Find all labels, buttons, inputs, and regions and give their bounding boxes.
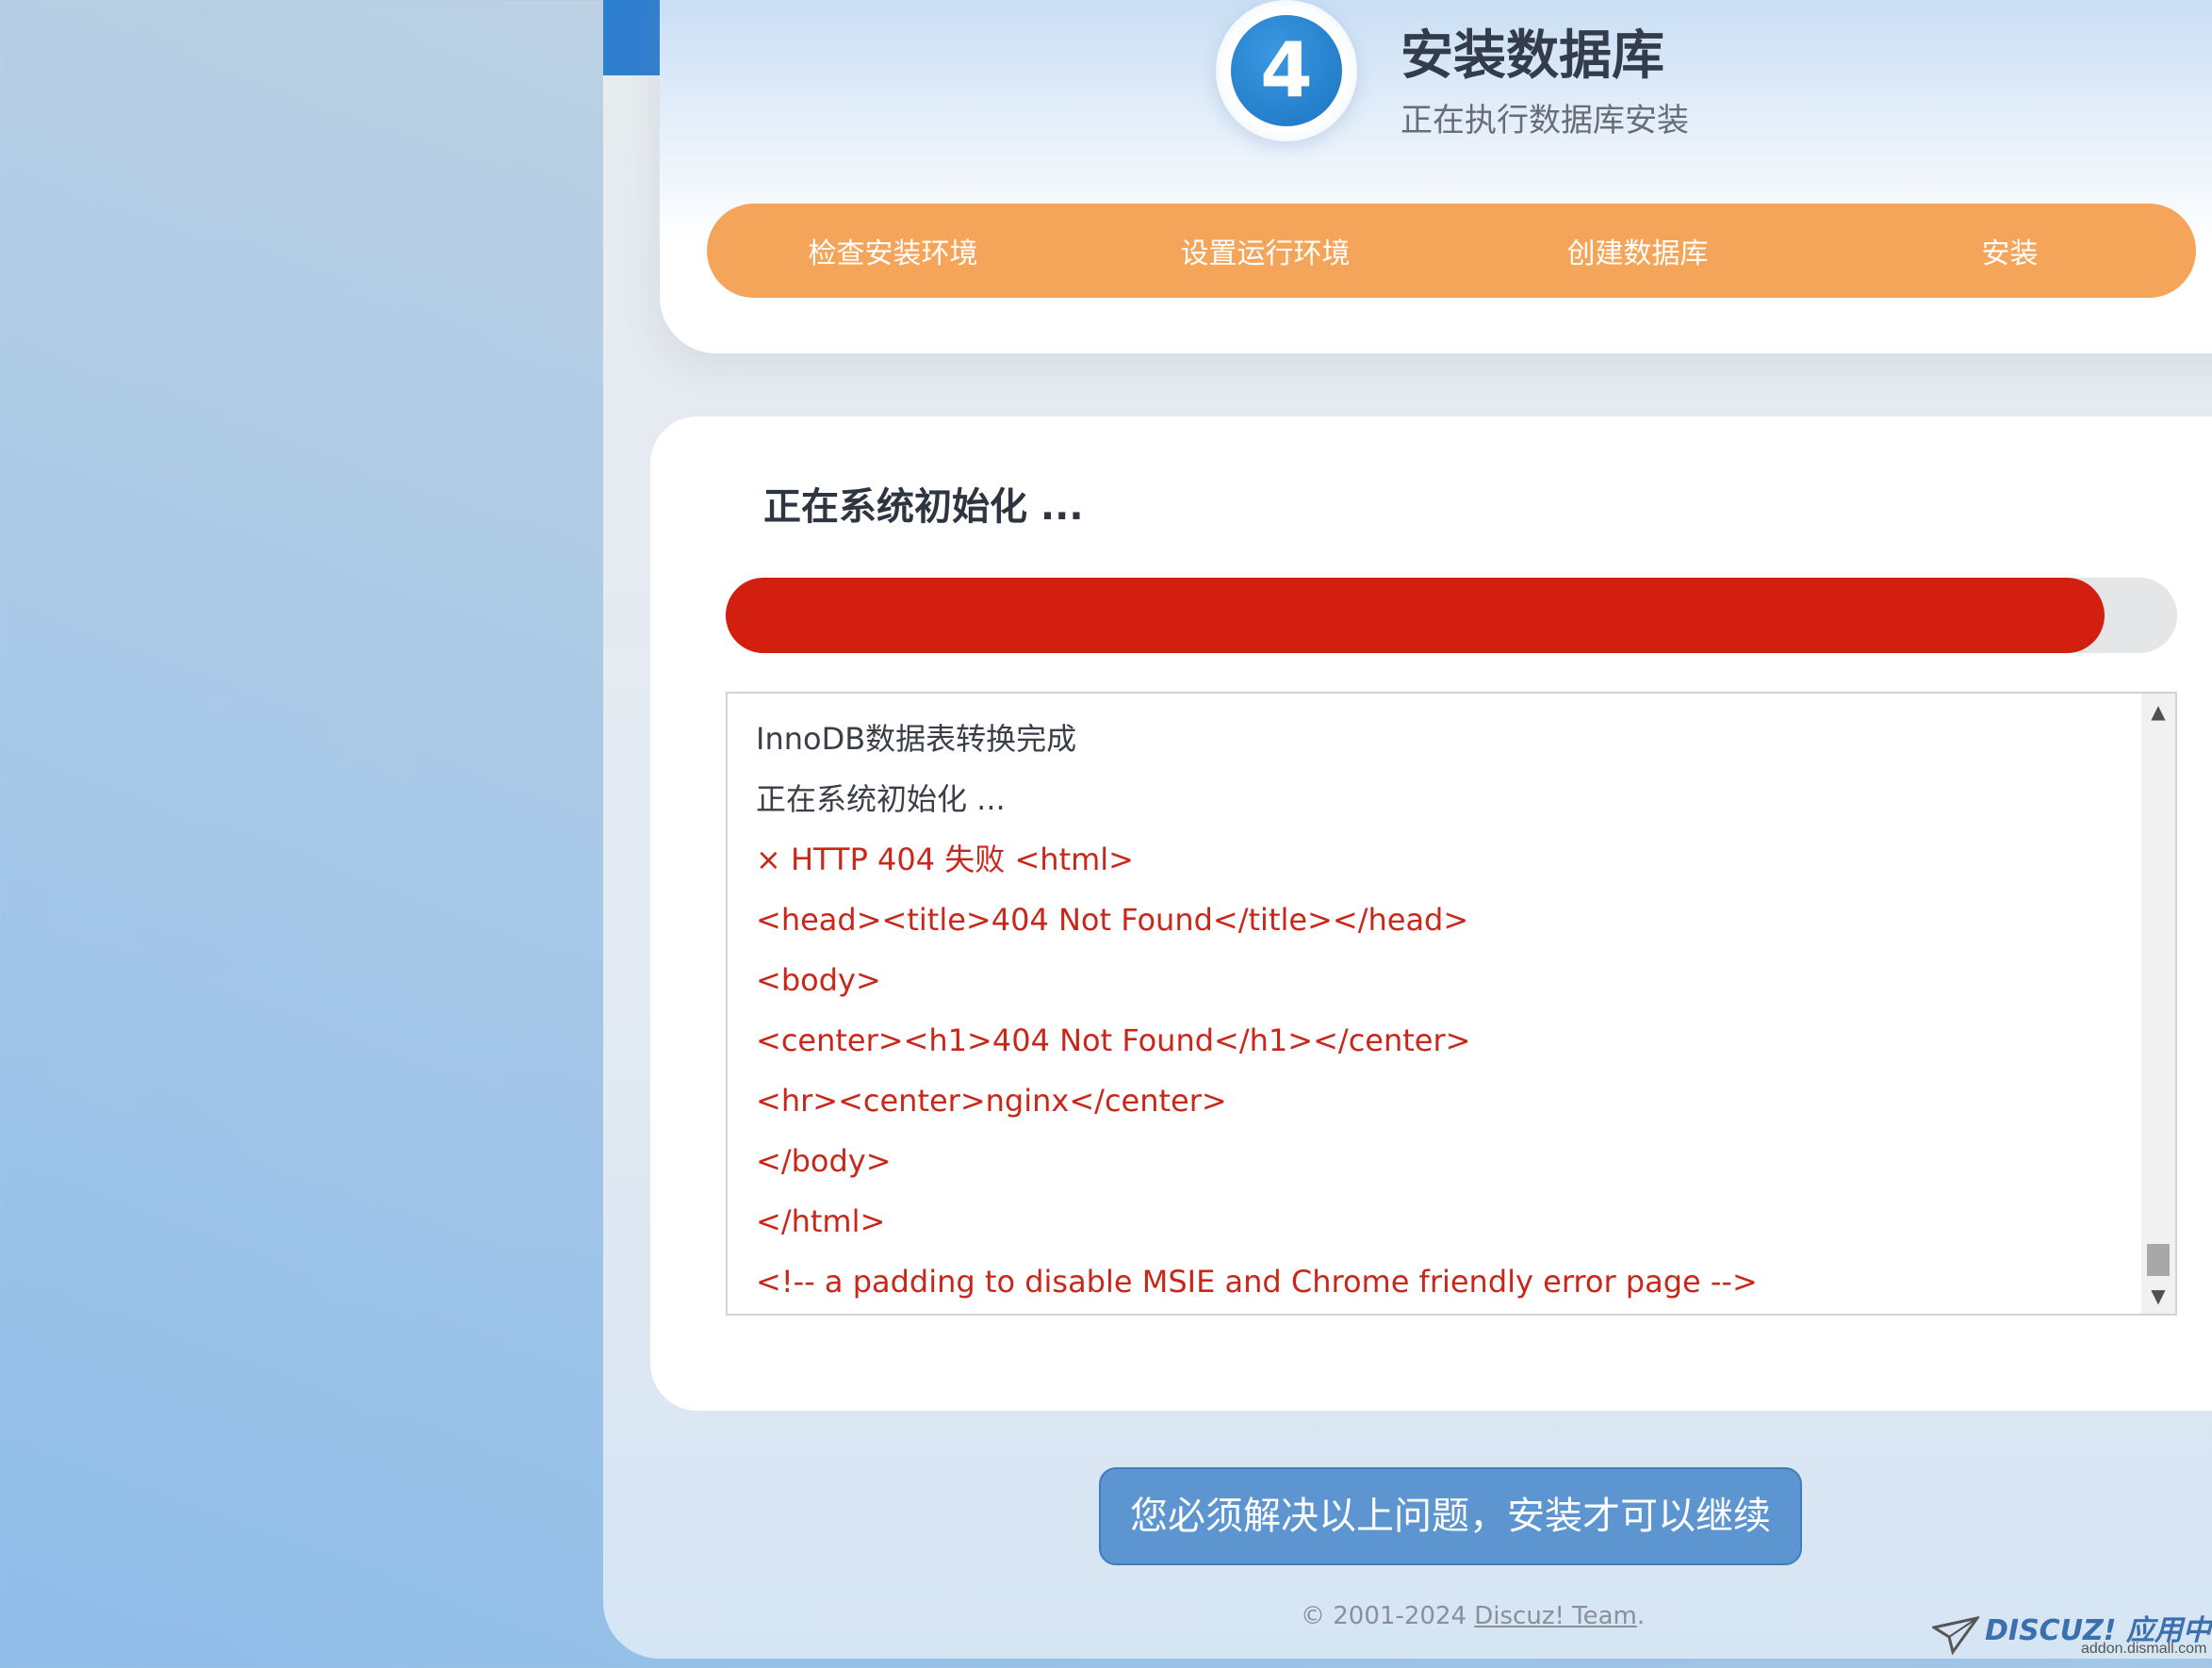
step-set-runtime: 设置运行环境	[1180, 237, 1351, 270]
step-number-badge: 4	[1231, 15, 1342, 126]
footer-copyright: © 2001-2024	[1301, 1602, 1475, 1630]
page-title: 安装数据库	[1401, 25, 1664, 87]
log-line: InnoDB数据表转换完成	[756, 721, 1077, 757]
left-accent-bar	[603, 0, 660, 75]
scroll-thumb[interactable]	[2147, 1244, 2170, 1276]
resolve-issues-button[interactable]: 您必须解决以上问题，安装才可以继续	[1099, 1467, 1802, 1565]
install-log[interactable]: InnoDB数据表转换完成 正在系统初始化 ... × HTTP 404 失败 <h…	[726, 692, 2177, 1316]
footer-suffix: .	[1636, 1602, 1646, 1630]
log-lines: InnoDB数据表转换完成 正在系统初始化 ... × HTTP 404 失败 <h…	[756, 709, 2132, 1312]
scroll-up-arrow-icon[interactable]: ▲	[2141, 697, 2175, 726]
install-steps-bar: 检查安装环境 设置运行环境 创建数据库 安装	[707, 204, 2196, 298]
step-install: 安装	[1981, 237, 2039, 270]
log-line: <hr><center>nginx</center>	[756, 1083, 1227, 1119]
log-line: <!-- a padding to disable MSIE and Chrom…	[756, 1264, 1758, 1300]
scroll-down-arrow-icon[interactable]: ▼	[2141, 1282, 2175, 1310]
log-line: <center><h1>404 Not Found</h1></center>	[756, 1022, 1471, 1058]
footer: © 2001-2024 Discuz! Team.	[1301, 1602, 1645, 1630]
log-line: </html>	[756, 1203, 886, 1239]
paper-plane-icon	[1932, 1616, 1979, 1656]
log-line: <head><title>404 Not Found</title></head…	[756, 902, 1469, 938]
log-line: × HTTP 404 失败 <html>	[756, 842, 1134, 877]
log-line: </body>	[756, 1143, 892, 1179]
progress-fill	[726, 578, 2105, 653]
log-line: 正在系统初始化 ...	[756, 781, 1006, 817]
watermark-url: addon.dismall.com	[2081, 1641, 2207, 1657]
discuz-watermark: DISCUZ! 应用中心 addon.dismall.com	[1932, 1607, 2212, 1661]
log-line: <body>	[756, 962, 881, 998]
progress-bar	[726, 578, 2177, 653]
status-title: 正在系统初始化 ...	[763, 485, 1084, 529]
page-subtitle: 正在执行数据库安装	[1401, 102, 1689, 139]
step-check-environment: 检查安装环境	[808, 237, 978, 270]
log-scrollbar[interactable]: ▲ ▼	[2141, 694, 2175, 1314]
footer-team-link[interactable]: Discuz! Team	[1474, 1602, 1637, 1630]
step-create-database: 创建数据库	[1566, 237, 1709, 270]
